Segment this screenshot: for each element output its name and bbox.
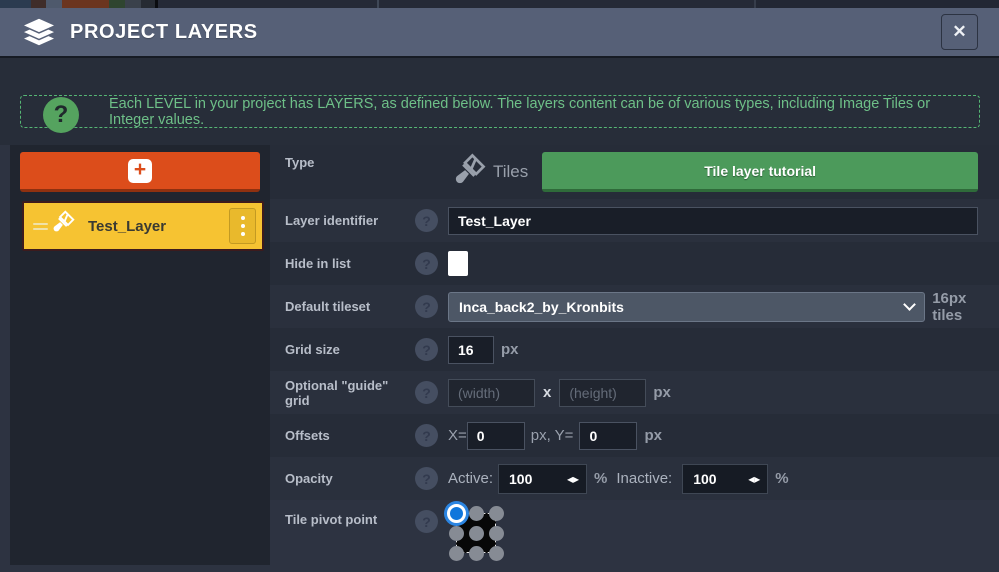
guide-width-input[interactable] <box>448 379 535 407</box>
guide-separator: x <box>543 384 551 401</box>
pivot-point[interactable] <box>489 546 504 561</box>
row-grid-size: Grid size ? px <box>270 328 999 371</box>
grid-size-label: Grid size <box>285 342 415 357</box>
offsets-label: Offsets <box>285 428 415 443</box>
row-type: Type Tiles Tile layer tutorial <box>270 145 999 199</box>
help-badge-icon[interactable]: ? <box>415 467 438 490</box>
layer-identifier-input[interactable] <box>448 207 978 235</box>
row-guide-grid: Optional "guide" grid ? x px <box>270 371 999 414</box>
hide-in-list-checkbox[interactable] <box>448 251 468 276</box>
grid-size-input[interactable] <box>448 336 494 364</box>
guide-height-input[interactable] <box>559 379 646 407</box>
type-value: Tiles <box>448 152 528 192</box>
tiles-brush-icon <box>48 210 75 242</box>
stepper-arrows-icon[interactable]: ◂▸ <box>567 472 579 486</box>
pivot-point[interactable] <box>489 526 504 541</box>
page-title: PROJECT LAYERS <box>70 21 941 44</box>
pivot-point[interactable] <box>469 506 484 521</box>
opacity-active-unit: % <box>594 470 607 487</box>
identifier-label: Layer identifier <box>285 213 415 228</box>
offsets-unit: px <box>644 427 662 444</box>
tiles-brush-icon <box>448 153 486 191</box>
close-button[interactable]: ✕ <box>941 14 978 50</box>
offset-x-input[interactable] <box>467 422 525 450</box>
opacity-active-label: Active: <box>448 470 493 487</box>
pivot-point[interactable] <box>449 526 464 541</box>
tile-pivot-widget <box>448 505 512 567</box>
tileset-size-text: 16px tiles <box>932 290 999 324</box>
help-badge-icon[interactable]: ? <box>415 295 438 318</box>
chevron-down-icon <box>903 298 916 311</box>
type-label: Type <box>285 152 448 170</box>
help-badge-icon[interactable]: ? <box>415 252 438 275</box>
tileset-selected-value: Inca_back2_by_Kronbits <box>459 299 905 315</box>
pivot-point-selected[interactable] <box>447 504 466 523</box>
help-icon: ? <box>43 97 79 133</box>
opacity-label: Opacity <box>285 471 415 486</box>
opacity-inactive-label: Inactive: <box>616 470 672 487</box>
row-default-tileset: Default tileset ? Inca_back2_by_Kronbits… <box>270 285 999 328</box>
info-banner-text: Each LEVEL in your project has LAYERS, a… <box>109 96 979 128</box>
hide-label: Hide in list <box>285 256 415 271</box>
pivot-point[interactable] <box>449 546 464 561</box>
layer-context-menu-button[interactable] <box>229 208 256 244</box>
stepper-arrows-icon[interactable]: ◂▸ <box>748 472 760 486</box>
opacity-inactive-unit: % <box>775 470 788 487</box>
window-header: PROJECT LAYERS ✕ <box>0 8 999 58</box>
layer-settings-form: Type Tiles Tile layer tutorial Layer ide… <box>270 145 999 568</box>
offset-y-input[interactable] <box>579 422 637 450</box>
row-hide-in-list: Hide in list ? <box>270 242 999 285</box>
guide-grid-label: Optional "guide" grid <box>285 378 415 408</box>
help-badge-icon[interactable]: ? <box>415 510 438 533</box>
help-badge-icon[interactable]: ? <box>415 338 438 361</box>
opacity-inactive-value: 100 <box>693 471 748 487</box>
layer-list-panel: + Test_Layer <box>10 145 270 565</box>
plus-icon: + <box>128 159 152 183</box>
add-layer-button[interactable]: + <box>20 152 260 192</box>
pivot-label: Tile pivot point <box>285 505 415 527</box>
pivot-point[interactable] <box>469 546 484 561</box>
row-opacity: Opacity ? Active: 100 ◂▸ % Inactive: 100… <box>270 457 999 500</box>
main-area: + Test_Layer Type <box>0 145 999 572</box>
layers-icon <box>22 18 56 47</box>
offset-mid-text: px, Y= <box>531 427 574 444</box>
opacity-active-value: 100 <box>509 471 567 487</box>
row-offsets: Offsets ? X= px, Y= px <box>270 414 999 457</box>
background-app-strip <box>0 0 999 8</box>
help-badge-icon[interactable]: ? <box>415 381 438 404</box>
type-kind-text: Tiles <box>493 162 528 182</box>
layer-item-label: Test_Layer <box>88 218 229 235</box>
row-tile-pivot: Tile pivot point ? <box>270 500 999 568</box>
pivot-point[interactable] <box>489 506 504 521</box>
default-tileset-select[interactable]: Inca_back2_by_Kronbits <box>448 292 925 322</box>
pivot-point[interactable] <box>469 526 484 541</box>
info-banner: ? Each LEVEL in your project has LAYERS,… <box>20 95 980 128</box>
opacity-inactive-stepper[interactable]: 100 ◂▸ <box>682 464 768 494</box>
guide-grid-unit: px <box>653 384 671 401</box>
grid-size-unit: px <box>501 341 519 358</box>
help-badge-icon[interactable]: ? <box>415 424 438 447</box>
help-badge-icon[interactable]: ? <box>415 209 438 232</box>
row-identifier: Layer identifier ? <box>270 199 999 242</box>
tile-layer-tutorial-button[interactable]: Tile layer tutorial <box>542 152 978 192</box>
offset-x-prefix: X= <box>448 427 467 444</box>
drag-handle-icon[interactable] <box>33 220 48 233</box>
tileset-label: Default tileset <box>285 299 415 314</box>
layer-list-item-selected[interactable]: Test_Layer <box>22 201 264 251</box>
opacity-active-stepper[interactable]: 100 ◂▸ <box>498 464 587 494</box>
